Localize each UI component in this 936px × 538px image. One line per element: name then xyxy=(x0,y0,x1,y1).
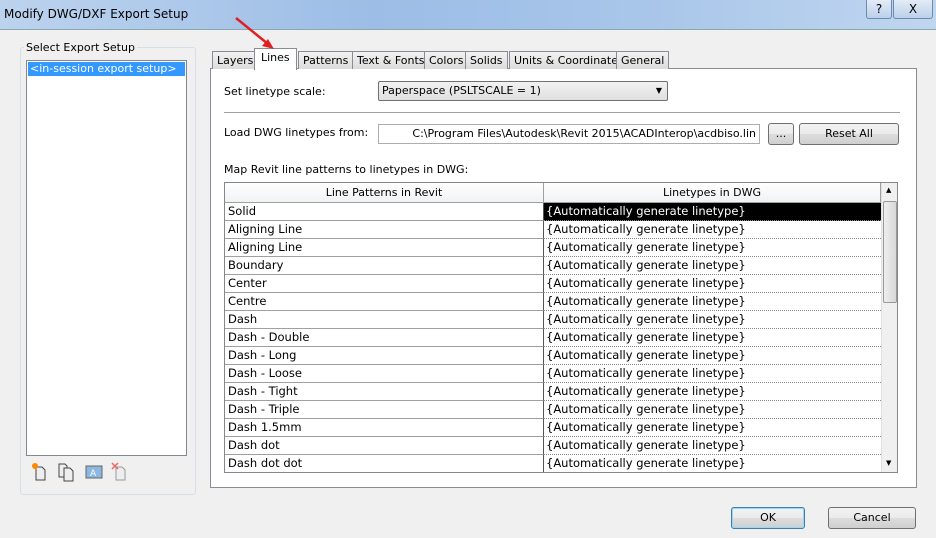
line-pattern-cell[interactable]: Dash dot dot xyxy=(225,455,544,472)
rename-setup-icon[interactable]: A xyxy=(84,462,104,482)
new-setup-icon[interactable] xyxy=(30,462,50,482)
linetype-cell[interactable]: {Automatically generate linetype} xyxy=(544,455,881,472)
ok-button[interactable]: OK xyxy=(731,507,805,529)
scroll-down-icon[interactable]: ▼ xyxy=(886,459,891,467)
scale-label: Set linetype scale: xyxy=(224,85,326,98)
table-row[interactable]: Aligning Line {Automatically generate lin… xyxy=(225,221,881,239)
table-row[interactable]: Dash - Loose {Automatically generate line… xyxy=(225,365,881,383)
linetype-cell[interactable]: {Automatically generate linetype} xyxy=(544,203,881,221)
table-row[interactable]: Dash - Tight {Automatically generate line… xyxy=(225,383,881,401)
table-row[interactable]: Boundary {Automatically generate linetype… xyxy=(225,257,881,275)
line-pattern-cell[interactable]: Solid xyxy=(225,203,544,221)
line-pattern-cell[interactable]: Dash - Tight xyxy=(225,383,544,401)
load-label: Load DWG linetypes from: xyxy=(224,126,369,139)
table-row[interactable]: Centre {Automatically generate linetype} xyxy=(225,293,881,311)
list-item[interactable]: <in-session export setup> xyxy=(28,62,185,76)
linetype-cell[interactable]: {Automatically generate linetype} xyxy=(544,311,881,329)
line-pattern-cell[interactable]: Dash xyxy=(225,311,544,329)
map-label: Map Revit line patterns to linetypes in … xyxy=(224,163,469,176)
tab-units-coordinates[interactable]: Units & Coordinates xyxy=(509,51,629,69)
table-row[interactable]: Center {Automatically generate linetype} xyxy=(225,275,881,293)
tab-text-fonts[interactable]: Text & Fonts xyxy=(352,51,430,69)
close-button[interactable]: X xyxy=(893,0,933,19)
line-pattern-cell[interactable]: Dash - Long xyxy=(225,347,544,365)
table-row[interactable]: Solid {Automatically generate linetype} xyxy=(225,203,881,221)
table-row[interactable]: Dash - Long {Automatically generate linet… xyxy=(225,347,881,365)
column-header-dwg[interactable]: Linetypes in DWG xyxy=(544,183,881,203)
tab-solids[interactable]: Solids xyxy=(465,51,508,69)
linetype-cell[interactable]: {Automatically generate linetype} xyxy=(544,383,881,401)
line-pattern-cell[interactable]: Dash 1.5mm xyxy=(225,419,544,437)
linetype-cell[interactable]: {Automatically generate linetype} xyxy=(544,437,881,455)
scroll-up-icon[interactable]: ▲ xyxy=(886,186,891,194)
linetype-cell[interactable]: {Automatically generate linetype} xyxy=(544,329,881,347)
scale-value: Paperspace (PSLTSCALE = 1) xyxy=(382,84,541,97)
line-pattern-cell[interactable]: Centre xyxy=(225,293,544,311)
linetype-cell[interactable]: {Automatically generate linetype} xyxy=(544,239,881,257)
line-pattern-cell[interactable]: Aligning Line xyxy=(225,221,544,239)
linetype-cell[interactable]: {Automatically generate linetype} xyxy=(544,275,881,293)
line-pattern-cell[interactable]: Dash dot xyxy=(225,437,544,455)
cancel-button[interactable]: Cancel xyxy=(828,507,916,529)
scrollbar-thumb[interactable] xyxy=(883,201,897,303)
table-row[interactable]: Aligning Line {Automatically generate lin… xyxy=(225,239,881,257)
linetype-mapping-table: Line Patterns in Revit Linetypes in DWG … xyxy=(224,182,898,473)
tab-patterns[interactable]: Patterns xyxy=(298,51,354,69)
table-row[interactable]: Dash dot dot {Automatically generate line… xyxy=(225,455,881,472)
linetype-cell[interactable]: {Automatically generate linetype} xyxy=(544,419,881,437)
linetype-cell[interactable]: {Automatically generate linetype} xyxy=(544,221,881,239)
tab-colors[interactable]: Colors xyxy=(424,51,469,69)
table-row[interactable]: Dash dot {Automatically generate linetype… xyxy=(225,437,881,455)
line-pattern-cell[interactable]: Aligning Line xyxy=(225,239,544,257)
window-title: Modify DWG/DXF Export Setup xyxy=(4,7,189,21)
line-pattern-cell[interactable]: Dash - Loose xyxy=(225,365,544,383)
duplicate-setup-icon[interactable] xyxy=(56,462,76,482)
linetype-cell[interactable]: {Automatically generate linetype} xyxy=(544,293,881,311)
export-setup-list[interactable]: <in-session export setup> xyxy=(26,60,187,456)
column-header-revit[interactable]: Line Patterns in Revit xyxy=(225,183,544,203)
delete-setup-icon[interactable] xyxy=(110,462,130,482)
linetype-cell[interactable]: {Automatically generate linetype} xyxy=(544,365,881,383)
tab-general[interactable]: General xyxy=(616,51,670,69)
browse-button[interactable]: ... xyxy=(768,123,794,145)
line-pattern-cell[interactable]: Boundary xyxy=(225,257,544,275)
vertical-scrollbar[interactable]: ▲ ▼ xyxy=(881,183,897,472)
table-row[interactable]: Dash - Triple {Automatically generate lin… xyxy=(225,401,881,419)
line-pattern-cell[interactable]: Center xyxy=(225,275,544,293)
table-row[interactable]: Dash - Double {Automatically generate lin… xyxy=(225,329,881,347)
linetype-scale-select[interactable]: Paperspace (PSLTSCALE = 1) ▼ xyxy=(378,81,668,101)
table-row[interactable]: Dash {Automatically generate linetype} xyxy=(225,311,881,329)
linetype-file-path[interactable]: C:\Program Files\Autodesk\Revit 2015\ACA… xyxy=(378,124,760,144)
chevron-down-icon: ▼ xyxy=(655,86,662,95)
line-pattern-cell[interactable]: Dash - Triple xyxy=(225,401,544,419)
divider xyxy=(224,112,900,113)
table-row[interactable]: Dash 1.5mm {Automatically generate linety… xyxy=(225,419,881,437)
linetype-cell[interactable]: {Automatically generate linetype} xyxy=(544,401,881,419)
reset-all-button[interactable]: Reset All xyxy=(799,123,899,145)
svg-text:A: A xyxy=(90,469,97,479)
red-arrow-annotation xyxy=(235,17,274,49)
linetype-cell[interactable]: {Automatically generate linetype} xyxy=(544,347,881,365)
help-button[interactable]: ? xyxy=(866,0,892,19)
linetype-cell[interactable]: {Automatically generate linetype} xyxy=(544,257,881,275)
line-pattern-cell[interactable]: Dash - Double xyxy=(225,329,544,347)
group-label: Select Export Setup xyxy=(24,41,137,54)
